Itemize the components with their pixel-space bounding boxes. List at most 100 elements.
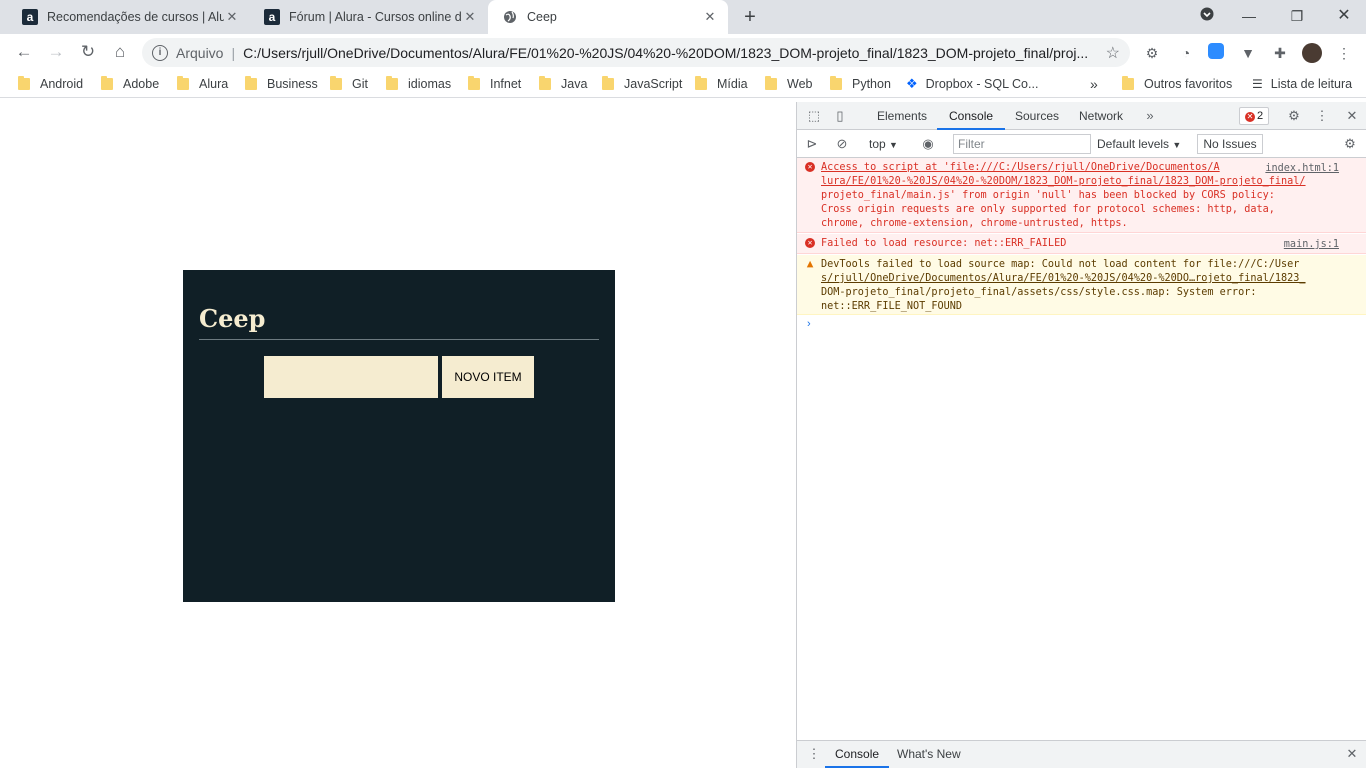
bookmark-folder[interactable]: JavaScript: [602, 74, 682, 94]
context-selector[interactable]: top ▼: [869, 134, 898, 154]
extension-speed-icon[interactable]: ◔: [1176, 43, 1196, 63]
bookmark-folder[interactable]: Infnet: [468, 74, 521, 94]
device-toolbar-icon[interactable]: ▯: [831, 107, 849, 125]
bookmark-folder[interactable]: Adobe: [101, 74, 159, 94]
eye-icon[interactable]: ◉: [919, 135, 937, 153]
close-tab-icon[interactable]: ✕: [462, 9, 478, 25]
message-link[interactable]: lura/FE/01%20-%20JS/04%20-%20DOM/1823_DO…: [821, 176, 1306, 187]
url-text[interactable]: C:/Users/rjull/OneDrive/Documentos/Alura…: [243, 45, 1093, 61]
back-button[interactable]: ←: [10, 38, 38, 66]
browser-tab[interactable]: a Recomendações de cursos | Alura ✕: [8, 0, 250, 34]
devtools-drawer: ⋮ Console What's New ✕: [797, 740, 1366, 768]
message-line: DevTools failed to load source map: Coul…: [821, 259, 1300, 270]
address-bar[interactable]: i Arquivo | C:/Users/rjull/OneDrive/Docu…: [142, 38, 1130, 67]
folder-icon: [18, 76, 30, 90]
info-icon[interactable]: i: [152, 44, 168, 61]
profile-avatar[interactable]: [1302, 43, 1322, 63]
message-line: net::ERR_FILE_NOT_FOUND: [821, 301, 963, 312]
settings-gear-icon[interactable]: ⚙: [1285, 107, 1303, 125]
extension-gear-icon[interactable]: ⚙: [1142, 43, 1162, 63]
bookmark-folder[interactable]: Git: [330, 74, 368, 94]
devtools-panel: ⬚ ▯ Elements Console Sources Network » ✕…: [796, 102, 1366, 768]
tab-console[interactable]: Console: [937, 102, 1006, 130]
drawer-tab-console[interactable]: Console: [825, 741, 890, 768]
bookmark-label: Mídia: [717, 77, 748, 91]
bookmark-link[interactable]: ❖ Dropbox - SQL Co...: [906, 74, 1038, 94]
bookmark-folder[interactable]: Android: [18, 74, 83, 94]
folder-icon: [1122, 76, 1134, 90]
close-drawer-icon[interactable]: ✕: [1343, 745, 1361, 763]
bookmarks-overflow-button[interactable]: »: [1090, 74, 1098, 94]
log-levels-dropdown[interactable]: Default levels ▼: [1097, 134, 1181, 154]
tab-network[interactable]: Network: [1079, 102, 1123, 130]
drawer-tab-whats-new[interactable]: What's New: [897, 741, 961, 768]
console-filter-input[interactable]: Filter: [953, 134, 1091, 154]
bookmark-star-icon[interactable]: ☆: [1106, 43, 1120, 63]
console-toolbar: ⊳ ⊘ top ▼ ◉ Filter Default levels ▼ No I…: [797, 130, 1366, 158]
folder-icon: [539, 76, 551, 90]
console-settings-icon[interactable]: ⚙: [1341, 135, 1359, 153]
bookmark-folder[interactable]: Business: [245, 74, 318, 94]
error-count-badge[interactable]: ✕ 2: [1239, 107, 1269, 125]
browser-tab[interactable]: a Fórum | Alura - Cursos online de ✕: [250, 0, 488, 34]
alura-icon: a: [22, 9, 38, 25]
minimize-button[interactable]: —: [1235, 4, 1263, 28]
bookmark-label: Java: [561, 77, 588, 91]
message-source-link[interactable]: index.html:1: [1265, 162, 1339, 176]
reading-list-button[interactable]: ☰ Lista de leitura: [1252, 74, 1352, 94]
devtools-menu-icon[interactable]: ⋮: [1313, 107, 1331, 125]
bookmark-label: Adobe: [123, 77, 160, 91]
tab-elements[interactable]: Elements: [877, 102, 927, 130]
menu-kebab-icon[interactable]: ⋮: [1334, 43, 1354, 63]
close-tab-icon[interactable]: ✕: [224, 9, 240, 25]
message-source-link[interactable]: main.js:1: [1284, 238, 1339, 252]
browser-tab-active[interactable]: Ceep ✕: [488, 0, 728, 34]
other-bookmarks-folder[interactable]: Outros favoritos: [1122, 74, 1232, 94]
tab-search-icon[interactable]: [1193, 4, 1221, 28]
bookmark-folder[interactable]: Web: [765, 74, 812, 94]
reading-list-icon: ☰: [1252, 77, 1263, 91]
restore-button[interactable]: ❐: [1283, 4, 1311, 28]
message-line: Cross origin requests are only supported…: [821, 204, 1275, 215]
drawer-menu-icon[interactable]: ⋮: [805, 745, 823, 763]
tab-sources[interactable]: Sources: [1015, 102, 1059, 130]
vue-devtools-icon[interactable]: ▼: [1238, 43, 1258, 63]
issues-button[interactable]: No Issues: [1197, 134, 1263, 154]
devtools-tabbar: ⬚ ▯ Elements Console Sources Network » ✕…: [797, 102, 1366, 130]
error-icon: ✕: [805, 162, 815, 172]
bookmark-folder[interactable]: Python: [830, 74, 891, 94]
more-tabs-icon[interactable]: »: [1141, 107, 1159, 125]
bookmark-folder[interactable]: Java: [539, 74, 587, 94]
divider: [199, 339, 599, 340]
reload-button[interactable]: ↻: [74, 38, 102, 66]
new-item-button[interactable]: NOVO ITEM: [442, 356, 534, 398]
console-prompt-icon[interactable]: ›: [807, 318, 811, 330]
browser-tab-strip: a Recomendações de cursos | Alura ✕ a Fó…: [0, 0, 1366, 34]
extensions-puzzle-icon[interactable]: ✚: [1270, 43, 1290, 63]
close-tab-icon[interactable]: ✕: [702, 9, 718, 25]
message-line: lura/FE/01%20-%20JS/04%20-%20DOM/1823_DO…: [821, 175, 1339, 189]
bookmark-folder[interactable]: Mídia: [695, 74, 748, 94]
sidebar-toggle-icon[interactable]: ⊳: [803, 135, 821, 153]
context-label: top: [869, 137, 886, 151]
message-line: chrome, chrome-extension, chrome-untrust…: [821, 218, 1128, 229]
app-brand: Ceep: [199, 304, 266, 333]
bookmark-folder[interactable]: idiomas: [386, 74, 451, 94]
zoom-extension-icon[interactable]: [1206, 43, 1226, 63]
bookmark-label: Python: [852, 77, 891, 91]
clear-console-icon[interactable]: ⊘: [833, 135, 851, 153]
levels-label: Default levels: [1097, 137, 1170, 151]
new-tab-button[interactable]: +: [738, 5, 762, 29]
message-link[interactable]: s/rjull/OneDrive/Documentos/Alura/FE/01%…: [821, 273, 1306, 284]
message-link[interactable]: Access to script at 'file:///C:/Users/rj…: [821, 162, 1220, 173]
bookmark-label: Infnet: [490, 77, 522, 91]
home-button[interactable]: ⌂: [106, 38, 134, 66]
close-devtools-icon[interactable]: ✕: [1343, 107, 1361, 125]
new-item-input[interactable]: [264, 356, 438, 398]
close-window-button[interactable]: ✕: [1330, 4, 1358, 28]
inspect-element-icon[interactable]: ⬚: [805, 107, 823, 125]
forward-button[interactable]: →: [42, 38, 70, 66]
message-line: Failed to load resource: net::ERR_FAILED: [821, 238, 1067, 249]
tab-title: Recomendações de cursos | Alura: [47, 10, 224, 24]
bookmark-folder[interactable]: Alura: [177, 74, 228, 94]
